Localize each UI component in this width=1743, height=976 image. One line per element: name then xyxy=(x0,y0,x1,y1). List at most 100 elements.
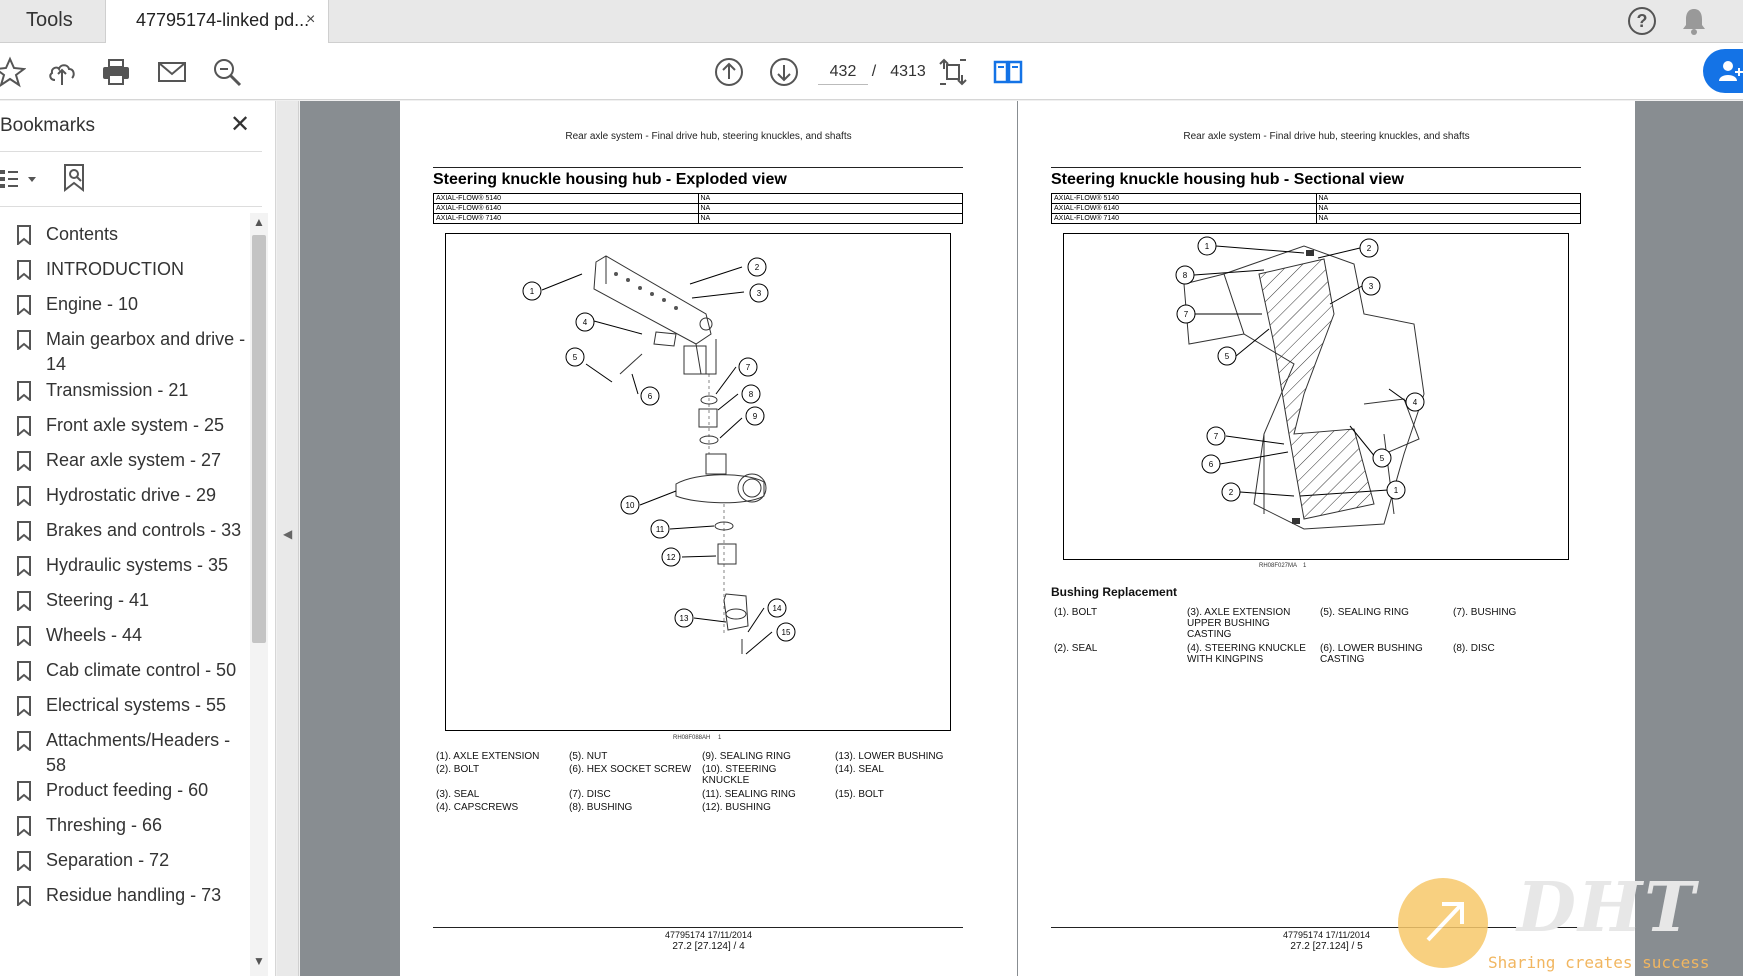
callout-label: 14 xyxy=(773,604,782,613)
callout-label: 12 xyxy=(667,553,676,562)
callout-label: 1 xyxy=(1205,242,1210,251)
watermark-logo-text: DHT xyxy=(1517,868,1697,948)
two-page-view-icon[interactable] xyxy=(992,56,1024,88)
bookmark-icon xyxy=(17,591,31,611)
total-pages: 4313 xyxy=(890,63,926,80)
callout-label: 7 xyxy=(1184,310,1189,319)
fit-page-icon[interactable] xyxy=(937,56,969,88)
bookmark-icon xyxy=(17,486,31,506)
bookmark-icon xyxy=(17,225,31,245)
bookmark-icon xyxy=(17,330,31,350)
tab-close-icon[interactable]: × xyxy=(306,11,315,29)
callout-label: 7 xyxy=(746,363,751,372)
scrollbar-thumb[interactable] xyxy=(252,235,266,643)
bookmark-icon xyxy=(17,295,31,315)
next-page-icon[interactable] xyxy=(768,56,800,88)
bookmark-icon xyxy=(17,556,31,576)
callout-label: 5 xyxy=(573,353,578,362)
divider xyxy=(0,206,262,207)
exploded-view-figure: 1 2 3 4 5 6 7 8 9 10 11 12 13 14 15 xyxy=(445,233,951,731)
watermark-slogan: Sharing creates success xyxy=(1488,953,1710,972)
scroll-up-icon[interactable]: ▲ xyxy=(253,215,265,229)
watermark-logo-icon xyxy=(1398,878,1488,968)
variant-table: AXIAL-FLOW® 5140 NA AXIAL-FLOW® 6140 NA AX… xyxy=(1051,193,1581,224)
figure-code: RH08F088AH xyxy=(673,735,711,741)
notification-bell-icon[interactable] xyxy=(1680,6,1708,41)
mail-icon[interactable] xyxy=(156,56,188,88)
share-button[interactable] xyxy=(1703,49,1743,93)
legend-item: (2). BOLT xyxy=(436,764,480,775)
callout-label: 1 xyxy=(1394,486,1399,495)
page-header: Rear axle system - Final drive hub, stee… xyxy=(1183,131,1470,142)
page-title: Steering knuckle housing hub - Exploded … xyxy=(433,171,787,188)
bookmarks-panel: Bookmarks ✕ Contents INTRODUCTION Engine… xyxy=(0,101,276,976)
callout-label: 6 xyxy=(648,392,653,401)
bookmark-icon xyxy=(17,661,31,681)
callout-label: 11 xyxy=(656,525,665,534)
bookmark-icon xyxy=(17,886,31,906)
star-icon[interactable] xyxy=(0,56,27,88)
section-heading: Bushing Replacement xyxy=(1051,585,1178,599)
upload-icon[interactable] xyxy=(46,56,78,88)
variant-table: AXIAL-FLOW® 5140 NA AXIAL-FLOW® 6140 NA AX… xyxy=(433,193,963,224)
tab-document-label: 47795174-linked pd... xyxy=(136,10,310,30)
legend-item: (8). BUSHING xyxy=(569,802,633,813)
header-rule xyxy=(433,167,963,168)
legend-item: (2). SEAL xyxy=(1054,643,1098,654)
pdf-viewer-window: Tools 47795174-linked pd... × ? 432 / 43… xyxy=(0,0,1743,976)
scroll-down-icon[interactable]: ▼ xyxy=(253,954,265,968)
figure-code: RH08F027MA xyxy=(1259,563,1298,569)
collapse-panel-handle[interactable]: ◀ xyxy=(277,101,299,976)
callout-label: 5 xyxy=(1225,352,1230,361)
page-title: Steering knuckle housing hub - Sectional… xyxy=(1051,171,1404,188)
close-panel-icon[interactable]: ✕ xyxy=(230,113,250,137)
pdf-page-left: Rear axle system - Final drive hub, stee… xyxy=(400,101,1017,976)
pdf-page-right: Rear axle system - Final drive hub, stee… xyxy=(1018,101,1635,976)
zoom-search-icon[interactable] xyxy=(211,56,243,88)
legend-item: (5). NUT xyxy=(569,751,608,762)
bookmark-scrollbar[interactable]: ▲ ▼ xyxy=(250,213,268,976)
figure-number: 1 xyxy=(1303,563,1307,569)
legend-item: (3). AXLE EXTENSION UPPER BUSHING CASTIN… xyxy=(1187,607,1291,640)
legend-item: (8). DISC xyxy=(1453,643,1495,654)
page-header: Rear axle system - Final drive hub, stee… xyxy=(565,131,852,142)
page-number-input[interactable]: 432 xyxy=(818,59,868,85)
tab-document[interactable]: 47795174-linked pd... xyxy=(105,0,329,44)
legend-item: (1). BOLT xyxy=(1054,607,1098,618)
print-icon[interactable] xyxy=(100,56,132,88)
collapse-arrow-icon: ◀ xyxy=(283,527,293,541)
callout-label: 10 xyxy=(626,501,635,510)
table-row: AXIAL-FLOW® 5140 NA xyxy=(1051,193,1581,204)
callout-label: 13 xyxy=(680,614,689,623)
bookmark-options-icon[interactable] xyxy=(0,166,38,195)
callout-label: 3 xyxy=(1369,282,1374,291)
table-row: AXIAL-FLOW® 5140 NA xyxy=(433,193,963,204)
add-user-icon xyxy=(1719,61,1743,81)
legend-item: (7). BUSHING xyxy=(1453,607,1517,618)
figure-number: 1 xyxy=(718,735,722,741)
legend-item: (5). SEALING RING xyxy=(1320,607,1409,618)
legend-item: (12). BUSHING xyxy=(702,802,771,813)
document-view[interactable]: Rear axle system - Final drive hub, stee… xyxy=(300,101,1743,976)
callout-label: 8 xyxy=(749,390,754,399)
bookmark-icon xyxy=(17,416,31,436)
bookmark-icon xyxy=(17,851,31,871)
callout-label: 15 xyxy=(782,628,791,637)
table-row: AXIAL-FLOW® 7140 NA xyxy=(433,213,963,224)
legend-item: (14). SEAL xyxy=(835,764,884,775)
page-footer-doc: 47795174 17/11/2014 xyxy=(665,930,752,940)
legend-item: (10). STEERING KNUCKLE xyxy=(702,764,777,786)
previous-page-icon[interactable] xyxy=(713,56,745,88)
bookmark-icon xyxy=(17,731,31,751)
callout-label: 9 xyxy=(753,412,758,421)
exploded-view-drawing: 1 2 3 4 5 6 7 8 9 10 11 12 13 14 15 xyxy=(522,255,796,655)
help-icon[interactable]: ? xyxy=(1628,7,1656,35)
tab-tools[interactable]: Tools xyxy=(0,0,105,43)
add-bookmark-icon[interactable] xyxy=(62,163,88,198)
bookmark-icon xyxy=(17,816,31,836)
legend-item: (6). LOWER BUSHING CASTING xyxy=(1320,643,1423,665)
legend-item: (1). AXLE EXTENSION xyxy=(436,751,540,762)
bookmark-icon xyxy=(17,626,31,646)
divider xyxy=(0,151,262,152)
callout-label: 4 xyxy=(583,318,588,327)
